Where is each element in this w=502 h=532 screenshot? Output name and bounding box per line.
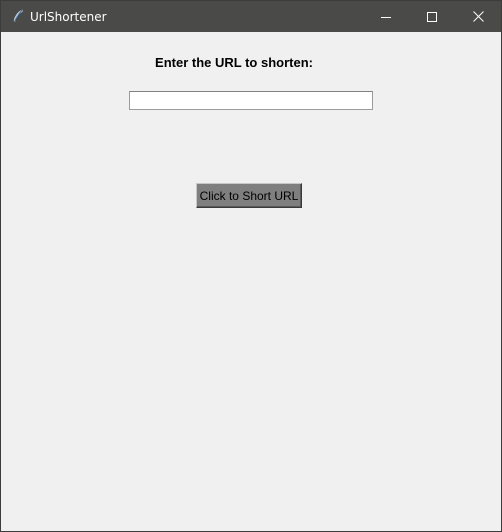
close-icon <box>472 7 484 26</box>
maximize-button[interactable] <box>409 1 455 32</box>
close-button[interactable] <box>455 1 501 32</box>
maximize-icon <box>427 7 437 26</box>
shorten-url-button[interactable]: Click to Short URL <box>196 183 302 208</box>
window-title: UrlShortener <box>30 10 107 24</box>
feather-icon <box>10 8 26 24</box>
url-input[interactable] <box>129 91 373 110</box>
title-bar[interactable]: UrlShortener <box>1 1 501 32</box>
app-window: UrlShortener Enter the URL to shorten: C… <box>0 0 502 532</box>
minimize-button[interactable] <box>363 1 409 32</box>
url-prompt-label: Enter the URL to shorten: <box>155 55 313 70</box>
client-area: Enter the URL to shorten: Click to Short… <box>1 32 501 531</box>
minimize-icon <box>381 7 391 26</box>
